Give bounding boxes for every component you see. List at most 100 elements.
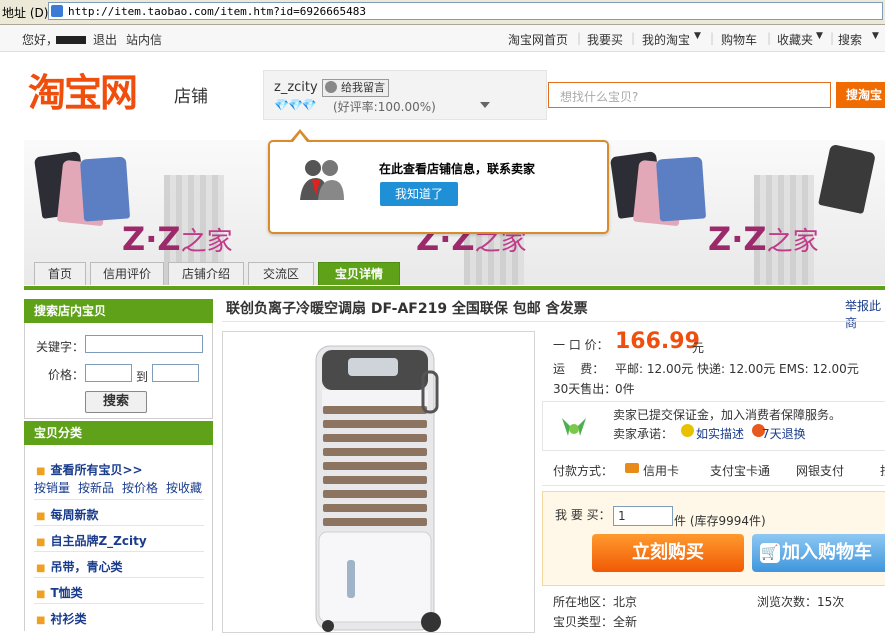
quantity-label: 我 要 买： [555, 508, 611, 522]
views-label: 浏览次数： [757, 595, 818, 609]
clothing-image [655, 156, 707, 222]
brand-name: Z·Z [122, 220, 181, 258]
clothing-image [818, 143, 876, 215]
clothing-image [79, 156, 131, 222]
category-link[interactable]: 衬衫类 [36, 610, 86, 627]
region-label: 所在地区： [553, 595, 614, 609]
shop-name[interactable]: z_zcity [274, 80, 318, 95]
divider [222, 321, 885, 322]
chevron-down-icon[interactable]: ▼ [872, 31, 879, 41]
category-link[interactable]: 吊带，青心类 [36, 558, 122, 575]
price-label: 一 口 价： [553, 338, 609, 352]
buy-now-button[interactable]: 立刻购买 [592, 534, 744, 572]
my-taobao-link[interactable]: 我的淘宝 [642, 31, 690, 48]
search-taobao-button[interactable]: 搜淘宝 [836, 82, 885, 108]
sort-by-new-link[interactable]: 按新品 [78, 479, 114, 496]
sidebar-category-title: 宝贝分类 [24, 421, 213, 445]
quantity-input[interactable]: 1 [613, 506, 673, 526]
description-match-icon [681, 424, 694, 437]
divider: | [710, 31, 715, 45]
product-image-frame[interactable] [222, 331, 535, 633]
taobao-home-link[interactable]: 淘宝网首页 [508, 31, 568, 48]
item-type-value: 全新 [613, 615, 638, 629]
brand-suffix: 之家 [180, 227, 233, 257]
tab-item-detail[interactable]: 宝贝详情 [318, 262, 400, 285]
description-match-link[interactable]: 如实描述 [696, 425, 744, 442]
price-unit: 元 [692, 341, 705, 355]
stock-info: 件 (库存9994件) [674, 514, 766, 528]
region-value: 北京 [613, 595, 638, 609]
item-type-label: 宝贝类型： [553, 615, 614, 629]
cart-icon: 🛒 [760, 543, 780, 563]
banner-brand: Z·Z之家 [122, 220, 233, 258]
banner-brand: Z·Z之家 [708, 220, 819, 258]
page-icon [51, 5, 63, 17]
got-it-button[interactable]: 我知道了 [380, 182, 458, 206]
payment-more: 找 [880, 462, 885, 479]
address-url[interactable]: http://item.taobao.com/item.htm?id=69266… [68, 5, 366, 18]
buy-link[interactable]: 我要买 [587, 31, 623, 48]
promise-label: 卖家承诺： [613, 427, 674, 441]
sort-by-favorites-link[interactable]: 按收藏 [166, 479, 202, 496]
tab-credit-rating[interactable]: 信用评价 [90, 262, 164, 285]
price-min-input[interactable] [85, 364, 132, 382]
price-to-label: 到 [136, 370, 149, 384]
category-link[interactable]: 自主品牌Z_Zcity [36, 532, 146, 549]
payment-label: 付款方式： [553, 464, 614, 478]
payment-credit-card: 信用卡 [643, 464, 680, 478]
sort-by-price-link[interactable]: 按价格 [122, 479, 158, 496]
popover-message: 在此查看店铺信息，联系卖家 [379, 162, 536, 176]
price-label: 价格： [48, 368, 85, 382]
guarantee-text: 卖家已提交保证金，加入消费者保障服务。 [613, 408, 842, 422]
greeting: 您好， [22, 33, 59, 47]
tab-shop-intro[interactable]: 店铺介绍 [168, 262, 244, 285]
views-value: 15次 [817, 595, 845, 609]
cart-link[interactable]: 购物车 [721, 31, 757, 48]
message-icon [325, 81, 337, 93]
divider: | [631, 31, 636, 45]
chevron-down-icon[interactable]: ▼ [694, 31, 701, 41]
logo-subtitle: 店铺 [174, 87, 208, 107]
search-placeholder: 想找什么宝贝? [560, 90, 639, 104]
tab-forum[interactable]: 交流区 [248, 262, 314, 285]
shop-search-button[interactable]: 搜索 [85, 391, 147, 413]
logout-link[interactable]: 退出 [93, 31, 117, 48]
divider [34, 499, 204, 500]
sold-30-days-label: 30天售出： [553, 382, 617, 396]
handshake-icon [562, 418, 586, 436]
sort-by-sales-link[interactable]: 按销量 [34, 479, 70, 496]
return-policy-link[interactable]: 7天退换 [762, 425, 806, 442]
all-items-link[interactable]: 查看所有宝贝>> [36, 461, 142, 478]
expand-arrow-icon[interactable] [480, 102, 490, 108]
taobao-logo[interactable]: 淘宝网 [28, 62, 138, 117]
tab-home[interactable]: 首页 [34, 262, 86, 285]
divider [34, 603, 204, 604]
air-cooler-image [315, 345, 441, 632]
product-title: 联创负离子冷暖空调扇 DF-AF219 全国联保 包邮 含发票 [226, 301, 588, 317]
category-link[interactable]: T恤类 [36, 584, 82, 601]
price-max-input[interactable] [152, 364, 199, 382]
divider: | [577, 31, 582, 45]
divider [34, 525, 204, 526]
username-redacted [56, 36, 86, 44]
inbox-link[interactable]: 站内信 [126, 31, 162, 48]
search-link[interactable]: 搜索 [838, 31, 862, 48]
keyword-input[interactable] [85, 335, 203, 353]
brand-suffix: 之家 [766, 227, 819, 257]
credit-card-icon [625, 463, 639, 473]
category-link[interactable]: 每周新款 [36, 506, 98, 523]
positive-rating: (好评率:100.00%) [333, 100, 436, 114]
payment-online-banking: 网银支付 [796, 464, 845, 478]
contact-seller-icon [300, 160, 344, 200]
divider [34, 577, 204, 578]
popover-arrow-inner [293, 133, 307, 142]
divider: | [830, 31, 835, 45]
payment-alipay-card: 支付宝卡通 [710, 464, 771, 478]
report-link[interactable]: 举报此商 [845, 297, 885, 331]
favorites-link[interactable]: 收藏夹 [777, 31, 813, 48]
divider [34, 551, 204, 552]
shipping-label: 运 费： [553, 362, 605, 376]
keyword-label: 关键字： [36, 340, 85, 354]
shipping-fees: 平邮: 12.00元 快递: 12.00元 EMS: 12.00元 [615, 362, 859, 376]
chevron-down-icon[interactable]: ▼ [816, 31, 823, 41]
